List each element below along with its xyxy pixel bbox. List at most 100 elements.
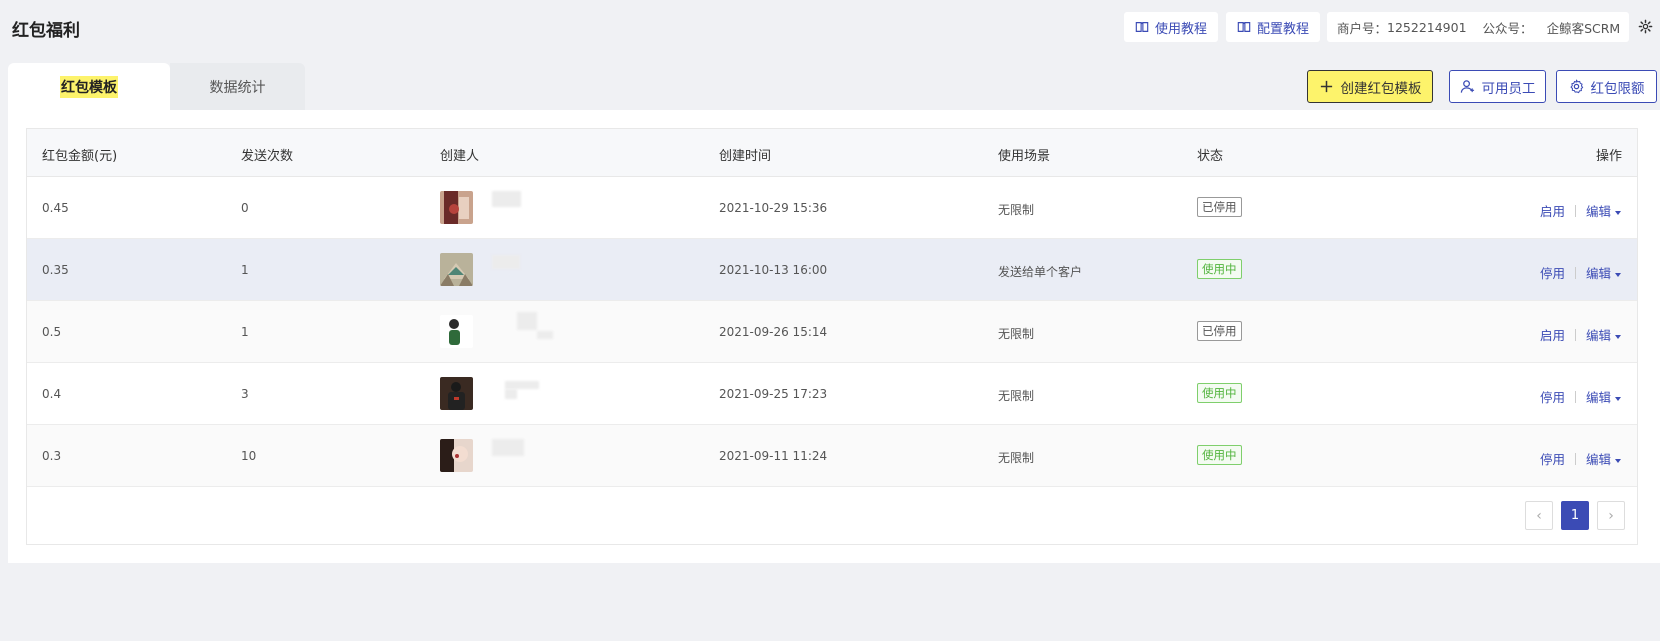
disable-link[interactable]: 停用 [1540, 263, 1565, 282]
edit-label: 编辑 [1585, 266, 1611, 281]
edit-dropdown[interactable]: 编辑 [1586, 449, 1621, 468]
gear-icon [1569, 79, 1583, 94]
book-icon [1237, 22, 1251, 32]
divider [1574, 328, 1576, 341]
col-create-time: 创建时间 [719, 149, 772, 164]
table-header: 红包金额(元) 发送次数 创建人 创建时间 使用场景 状态 操作 [27, 129, 1637, 177]
enable-link[interactable]: 启用 [1540, 201, 1565, 220]
scene-cell: 发送给单个客户 [998, 265, 1083, 279]
row-actions: 启用 编辑 [1540, 201, 1621, 220]
creator-name-masked [537, 331, 553, 339]
account-name: 企鲸客SCRM [1546, 20, 1621, 36]
create-time-cell: 2021-10-29 15:36 [719, 201, 828, 215]
tab-redpacket-template[interactable]: 红包模板 [8, 63, 186, 110]
plus-icon [1320, 80, 1332, 93]
tab-label: 数据统计 [209, 79, 266, 96]
status-badge: 已停用 [1197, 321, 1242, 341]
caret-down-icon [1615, 458, 1621, 463]
row-actions: 停用 编辑 [1540, 263, 1621, 282]
creator-avatar [440, 377, 473, 410]
redpacket-limit-button[interactable]: 红包限额 [1556, 70, 1657, 103]
template-table: 红包金额(元) 发送次数 创建人 创建时间 使用场景 状态 操作 0.45 0 … [26, 128, 1638, 545]
status-badge: 已停用 [1197, 197, 1242, 217]
prev-page-button[interactable]: ‹ [1525, 501, 1553, 530]
edit-label: 编辑 [1585, 390, 1611, 405]
table-row: 0.4 3 2021-09-25 17:23 无限制 使用中 停用 编辑 [27, 363, 1637, 425]
table-row: 0.3 10 2021-09-11 11:24 无限制 使用中 停用 编辑 [27, 425, 1637, 487]
send-count-cell: 0 [241, 201, 249, 215]
col-status: 状态 [1197, 149, 1224, 164]
col-actions: 操作 [1595, 149, 1622, 164]
create-time-cell: 2021-10-13 16:00 [719, 263, 828, 277]
available-staff-label: 可用员工 [1481, 80, 1536, 97]
edit-label: 编辑 [1585, 204, 1611, 219]
status-badge: 使用中 [1197, 383, 1242, 403]
settings-gear-icon[interactable] [1638, 19, 1653, 34]
divider [1574, 390, 1576, 403]
scene-cell: 无限制 [998, 389, 1035, 403]
creator-name-masked [505, 381, 539, 389]
edit-dropdown[interactable]: 编辑 [1586, 325, 1621, 344]
config-tutorial-label: 配置教程 [1257, 21, 1310, 37]
creator-name-masked [517, 312, 537, 330]
send-count-cell: 1 [241, 325, 249, 339]
usage-tutorial-label: 使用教程 [1155, 21, 1208, 37]
amount-cell: 0.4 [42, 387, 62, 401]
page-number-button[interactable]: 1 [1561, 501, 1589, 530]
send-count-cell: 10 [241, 449, 257, 463]
table-row: 0.5 1 2021-09-26 15:14 无限制 已停用 启用 编辑 [27, 301, 1637, 363]
create-template-label: 创建红包模板 [1340, 80, 1422, 97]
send-count-cell: 1 [241, 263, 249, 277]
amount-cell: 0.5 [42, 325, 62, 339]
row-actions: 启用 编辑 [1540, 325, 1621, 344]
page-title: 红包福利 [12, 21, 80, 41]
creator-avatar [440, 191, 473, 224]
caret-down-icon [1615, 396, 1621, 401]
next-page-button[interactable]: › [1597, 501, 1625, 530]
status-badge: 使用中 [1197, 445, 1242, 465]
edit-dropdown[interactable]: 编辑 [1586, 387, 1621, 406]
book-icon [1135, 22, 1149, 32]
main-panel: 红包金额(元) 发送次数 创建人 创建时间 使用场景 状态 操作 0.45 0 … [8, 110, 1660, 563]
divider [1574, 452, 1576, 465]
table-row: 0.35 1 2021-10-13 16:00 发送给单个客户 使用中 停用 编… [27, 239, 1637, 301]
col-send-count: 发送次数 [241, 149, 294, 164]
status-badge: 使用中 [1197, 259, 1242, 279]
available-staff-button[interactable]: 可用员工 [1449, 70, 1546, 103]
tab-data-statistics[interactable]: 数据统计 [170, 63, 305, 110]
edit-dropdown[interactable]: 编辑 [1586, 263, 1621, 282]
creator-name-masked [492, 255, 520, 269]
create-time-cell: 2021-09-26 15:14 [719, 325, 828, 339]
pagination: ‹ 1 › [1525, 501, 1625, 530]
creator-avatar [440, 315, 473, 348]
row-actions: 停用 编辑 [1540, 449, 1621, 468]
disable-link[interactable]: 停用 [1540, 449, 1565, 468]
edit-label: 编辑 [1585, 452, 1611, 467]
divider [1574, 204, 1576, 217]
amount-cell: 0.45 [42, 201, 69, 215]
usage-tutorial-button[interactable]: 使用教程 [1124, 12, 1219, 42]
disable-link[interactable]: 停用 [1540, 387, 1565, 406]
config-tutorial-button[interactable]: 配置教程 [1226, 12, 1321, 42]
col-amount: 红包金额(元) [42, 149, 118, 164]
edit-dropdown[interactable]: 编辑 [1586, 201, 1621, 220]
col-scene: 使用场景 [998, 149, 1051, 164]
scene-cell: 无限制 [998, 203, 1035, 217]
amount-cell: 0.35 [42, 263, 69, 277]
creator-name-masked [492, 439, 524, 456]
divider [1574, 266, 1576, 279]
caret-down-icon [1615, 272, 1621, 277]
redpacket-limit-label: 红包限额 [1590, 80, 1645, 97]
scene-cell: 无限制 [998, 327, 1035, 341]
col-creator: 创建人 [440, 149, 480, 164]
creator-avatar [440, 439, 473, 472]
create-time-cell: 2021-09-11 11:24 [719, 449, 828, 463]
create-template-button[interactable]: 创建红包模板 [1307, 70, 1433, 103]
creator-name-masked [492, 191, 521, 207]
creator-avatar [440, 253, 473, 286]
row-actions: 停用 编辑 [1540, 387, 1621, 406]
merchant-id: 1252214901 [1387, 19, 1467, 35]
enable-link[interactable]: 启用 [1540, 325, 1565, 344]
merchant-info: 商户号： 1252214901 公众号： 企鲸客SCRM [1327, 12, 1629, 42]
tab-label: 红包模板 [60, 75, 118, 98]
